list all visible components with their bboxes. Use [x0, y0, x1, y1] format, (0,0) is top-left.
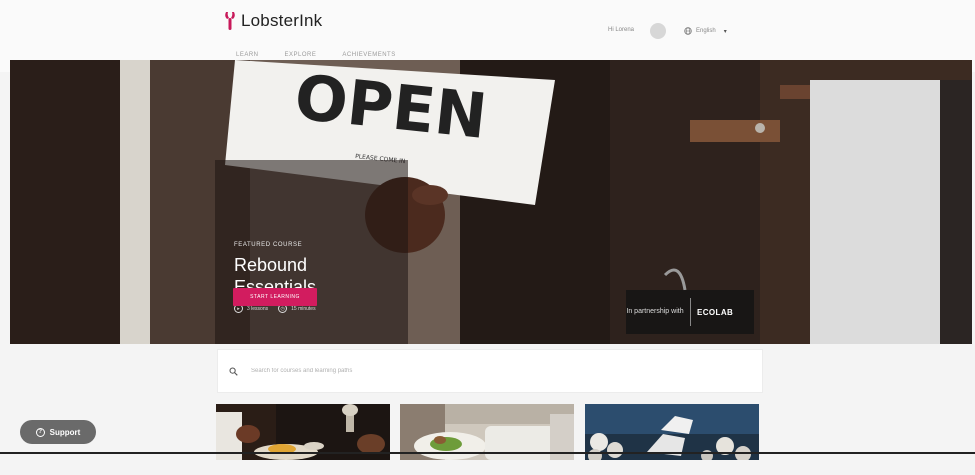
- partner-text: In partnership with: [626, 308, 684, 315]
- globe-icon: [684, 27, 692, 35]
- search-bar[interactable]: [217, 349, 763, 393]
- hero-photo: OPEN PLEASE COME IN: [10, 60, 972, 344]
- logo-text: LobsterInk: [241, 11, 323, 30]
- hero-banner: OPEN PLEASE COME IN Featured Course Rebo…: [10, 60, 972, 344]
- start-learning-button[interactable]: Start Learning: [233, 288, 317, 306]
- partner-badge: In partnership with ECOLAB: [626, 290, 754, 334]
- partner-logo: ECOLAB: [697, 307, 734, 317]
- lobster-icon: [225, 12, 235, 30]
- search-icon: [229, 367, 238, 376]
- bottom-edge: [0, 452, 975, 454]
- question-icon: ?: [35, 427, 45, 437]
- avatar[interactable]: [650, 23, 666, 39]
- featured-label: Featured Course: [234, 242, 303, 248]
- lessons-count: 3 lessons: [247, 305, 269, 312]
- partner-divider: [690, 298, 691, 326]
- brand-logo[interactable]: LobsterInk: [223, 10, 322, 32]
- chevron-down-icon: ▾: [723, 28, 727, 35]
- course-duration: 15 minutes: [291, 305, 316, 312]
- language-selector[interactable]: English ▾: [684, 27, 727, 35]
- support-label: Support: [49, 427, 81, 437]
- language-label: English: [696, 28, 716, 34]
- search-input[interactable]: [249, 367, 733, 375]
- support-button[interactable]: ? Support: [20, 420, 96, 444]
- user-greeting: Hi Lorena: [608, 27, 635, 33]
